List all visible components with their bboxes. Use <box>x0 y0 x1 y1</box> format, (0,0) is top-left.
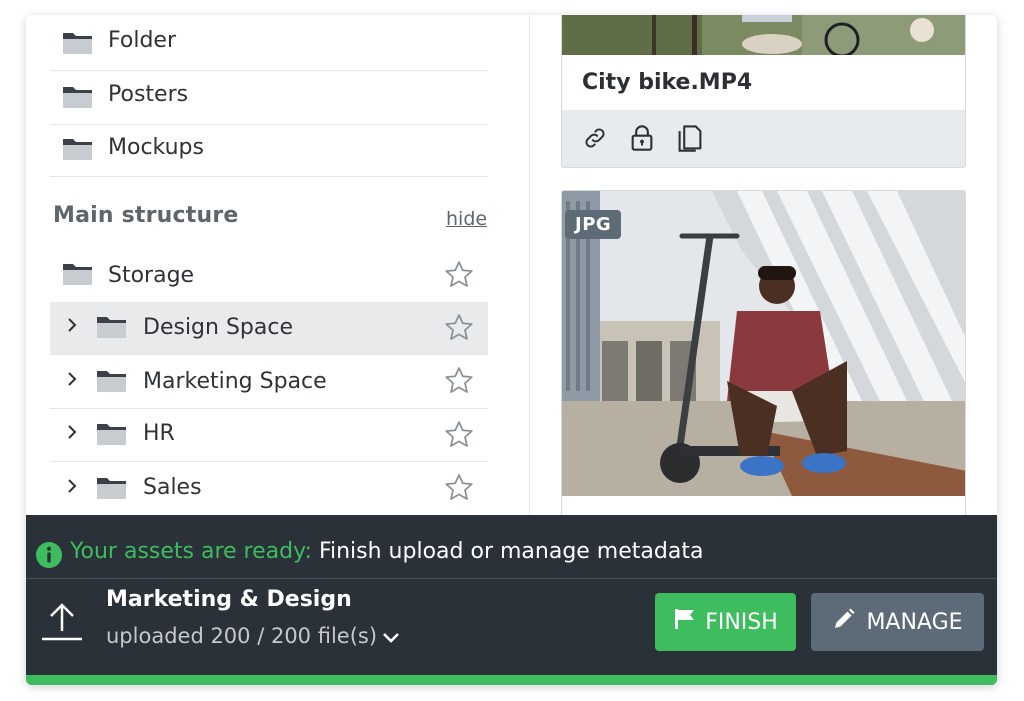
pencil-icon <box>832 607 856 637</box>
finish-button[interactable]: FINISH <box>655 593 796 651</box>
chevron-down-icon[interactable] <box>381 624 401 648</box>
flag-icon <box>673 608 695 636</box>
upload-progress-fill <box>26 675 997 685</box>
chevron-right-icon[interactable] <box>66 315 78 339</box>
manage-button-label: MANAGE <box>866 609 963 635</box>
asset-actions <box>562 110 965 167</box>
manage-button[interactable]: MANAGE <box>811 593 984 651</box>
sidebar-item-design-space[interactable]: Design Space <box>50 302 488 355</box>
lock-icon[interactable] <box>630 124 654 156</box>
chevron-right-icon[interactable] <box>66 422 78 446</box>
upload-icon <box>40 599 84 647</box>
sidebar-item-label: Design Space <box>143 315 293 340</box>
sidebar-item-label: Storage <box>108 263 195 288</box>
ready-instructions: Finish upload or manage metadata <box>318 539 704 564</box>
upload-notification-panel: Your assets are ready: Finish upload or … <box>26 515 997 685</box>
ready-message: Your assets are ready: Finish upload or … <box>70 539 703 564</box>
info-icon <box>36 542 62 572</box>
hide-link[interactable]: hide <box>446 208 487 230</box>
asset-card-image[interactable]: JPG <box>561 190 966 530</box>
copy-icon[interactable] <box>676 123 704 157</box>
asset-card-video[interactable]: City bike.MP4 <box>561 15 966 168</box>
finish-button-label: FINISH <box>705 609 778 635</box>
folder-icon <box>62 137 93 161</box>
file-type-badge: JPG <box>565 210 622 239</box>
folder-icon <box>62 85 93 109</box>
sidebar: Folder Posters Mockups Main structure hi… <box>26 15 529 515</box>
sidebar-item-label: Mockups <box>108 135 204 160</box>
asset-grid: City bike.MP4 JPG <box>530 15 997 530</box>
chevron-right-icon[interactable] <box>66 476 78 500</box>
sidebar-item-label: HR <box>143 421 175 446</box>
star-icon[interactable] <box>444 420 474 453</box>
sidebar-item-sales[interactable]: Sales <box>50 462 488 515</box>
folder-icon <box>62 262 93 286</box>
link-icon[interactable] <box>582 125 608 155</box>
asset-name: City bike.MP4 <box>582 70 753 95</box>
sidebar-item-marketing-space[interactable]: Marketing Space <box>50 355 488 409</box>
folder-icon <box>96 369 127 393</box>
sidebar-item-label: Folder <box>108 28 176 53</box>
folder-icon <box>96 476 127 500</box>
upload-status[interactable]: uploaded 200 / 200 file(s) <box>106 624 401 648</box>
upload-status-text: uploaded 200 / 200 file(s) <box>106 624 378 648</box>
sidebar-item-label: Marketing Space <box>143 369 327 394</box>
sidebar-item-mockups[interactable]: Mockups <box>50 125 488 177</box>
ready-highlight: Your assets are ready: <box>70 539 312 564</box>
star-icon[interactable] <box>444 260 474 293</box>
star-icon[interactable] <box>444 473 474 506</box>
sidebar-item-storage[interactable]: Storage <box>50 250 488 302</box>
chevron-right-icon[interactable] <box>66 369 78 393</box>
star-icon[interactable] <box>444 366 474 399</box>
sidebar-item-folder[interactable]: Folder <box>50 15 488 71</box>
upload-progress-bar <box>26 675 997 685</box>
sidebar-item-label: Sales <box>143 475 202 500</box>
image-thumbnail[interactable]: JPG <box>562 191 965 496</box>
star-icon[interactable] <box>444 313 474 346</box>
sidebar-item-hr[interactable]: HR <box>50 409 488 462</box>
folder-icon <box>62 31 93 55</box>
file-browser-window: Folder Posters Mockups Main structure hi… <box>26 15 997 685</box>
folder-icon <box>96 422 127 446</box>
upload-job-title: Marketing & Design <box>106 587 352 612</box>
folder-icon <box>96 315 127 339</box>
section-title-main-structure: Main structure <box>53 203 239 228</box>
ready-banner: Your assets are ready: Finish upload or … <box>26 515 997 579</box>
sidebar-item-posters[interactable]: Posters <box>50 71 488 125</box>
video-thumbnail[interactable] <box>562 15 965 55</box>
sidebar-item-label: Posters <box>108 82 189 107</box>
